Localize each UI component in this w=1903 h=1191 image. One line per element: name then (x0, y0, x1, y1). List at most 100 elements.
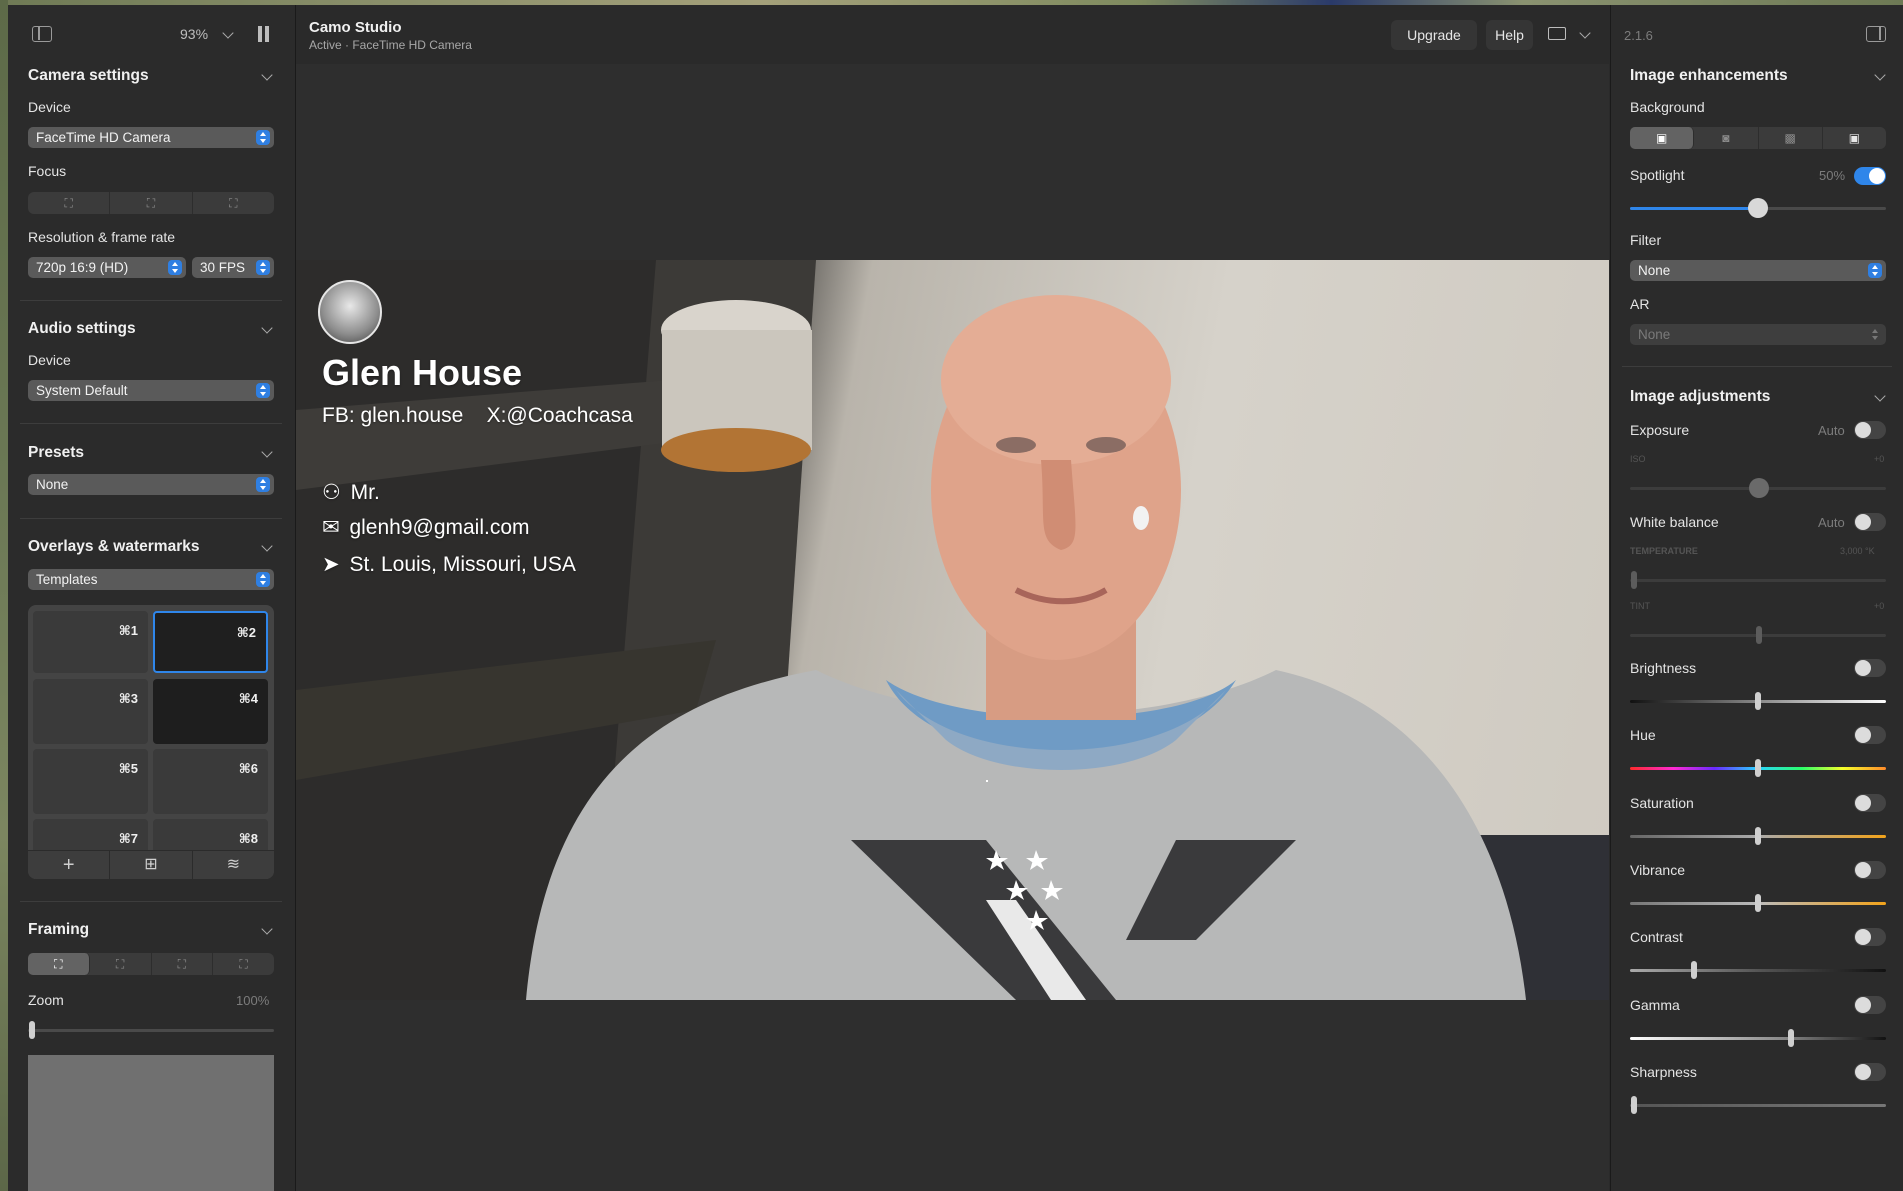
gamma-label: Gamma (1630, 997, 1680, 1013)
desktop-wallpaper-edge (0, 0, 8, 1191)
framing-mode-segmented[interactable]: ⛶ ⛶ ⛶ ⛶ (28, 953, 274, 975)
overlay-templates-grid: ⌘1 ⌘2 ⌘3 ⌘4 ⌘5 ⌘6 ⌘7 ⌘8 + ⊞ ≋ (28, 605, 274, 879)
resolution-select[interactable]: 720p 16:9 (HD) (28, 257, 186, 278)
tint-value: +0 (1874, 601, 1885, 611)
presets-title[interactable]: Presets (28, 444, 84, 462)
background-portrait-icon[interactable]: ▣ (1823, 127, 1886, 149)
framing-title[interactable]: Framing (28, 921, 89, 939)
brightness-slider-knob[interactable] (1755, 692, 1761, 710)
focus-mode-segmented[interactable]: ⛶ ⛶ ⛶ (28, 192, 274, 214)
spotlight-slider-knob[interactable] (1748, 198, 1768, 218)
contrast-slider-knob[interactable] (1691, 961, 1697, 979)
gamma-slider-knob[interactable] (1788, 1029, 1795, 1047)
focus-manual-icon[interactable]: ⛶ (193, 192, 274, 214)
temperature-slider-track[interactable] (1630, 579, 1886, 582)
audio-device-value: System Default (36, 383, 128, 398)
presets-select[interactable]: None (28, 474, 274, 495)
vibrance-label: Vibrance (1630, 862, 1686, 878)
gamma-toggle[interactable] (1854, 996, 1886, 1014)
filter-value: None (1638, 263, 1671, 278)
overlay-tile[interactable]: ⌘5 (33, 749, 148, 814)
overlay-tile[interactable]: ⌘1 (33, 611, 148, 673)
framing-fixed-icon[interactable]: ⛶ (28, 953, 90, 975)
background-none-icon[interactable]: ▣ (1630, 127, 1695, 149)
location-arrow-icon: ➤ (322, 553, 340, 576)
overlay-name: Glen House (322, 352, 523, 393)
overlays-title[interactable]: Overlays & watermarks (28, 538, 199, 556)
saturation-toggle[interactable] (1854, 794, 1886, 812)
layers-icon[interactable]: ≋ (193, 851, 274, 879)
overlay-tile[interactable]: ⌘6 (153, 749, 268, 814)
framing-off-icon[interactable]: ⛶ (213, 953, 274, 975)
exposure-label: Exposure (1630, 422, 1690, 438)
plus-icon[interactable]: + (28, 851, 111, 879)
sharpness-slider-knob[interactable] (1631, 1096, 1637, 1114)
brightness-toggle[interactable] (1854, 659, 1886, 677)
iso-value: +0 (1874, 454, 1885, 464)
focus-auto-icon[interactable]: ⛶ (28, 192, 111, 214)
saturation-slider-knob[interactable] (1755, 827, 1761, 845)
iso-label: ISO (1630, 454, 1646, 464)
background-label: Background (1630, 99, 1705, 115)
background-mode-segmented[interactable]: ▣ ◙ ▩ ▣ (1630, 127, 1886, 149)
white-balance-auto-toggle[interactable] (1854, 513, 1886, 531)
exposure-auto-label: Auto (1818, 423, 1845, 438)
overlay-location: St. Louis, Missouri, USA (349, 553, 576, 576)
sharpness-slider-track[interactable] (1630, 1104, 1886, 1107)
zoom-level-dropdown[interactable]: 93% (180, 26, 234, 42)
background-blur-icon[interactable]: ◙ (1694, 127, 1759, 149)
vibrance-slider-knob[interactable] (1755, 894, 1761, 912)
temperature-label: TEMPERATURE (1630, 546, 1698, 556)
hue-toggle[interactable] (1854, 726, 1886, 744)
iso-slider-knob[interactable] (1749, 478, 1769, 498)
upgrade-button[interactable]: Upgrade (1391, 20, 1477, 50)
version-label: 2.1.6 (1624, 28, 1653, 43)
audio-device-select[interactable]: System Default (28, 380, 274, 401)
spotlight-toggle[interactable] (1854, 167, 1886, 185)
ar-select[interactable]: None (1630, 324, 1886, 345)
brightness-label: Brightness (1630, 660, 1697, 676)
sidebar-toggle-icon[interactable] (32, 26, 52, 42)
overlay-tile[interactable]: ⌘4 (153, 679, 268, 744)
image-enhancements-title[interactable]: Image enhancements (1630, 67, 1788, 85)
section-divider (20, 300, 282, 301)
contrast-toggle[interactable] (1854, 928, 1886, 946)
pause-icon[interactable] (258, 26, 270, 42)
camera-device-select[interactable]: FaceTime HD Camera (28, 127, 274, 148)
vibrance-toggle[interactable] (1854, 861, 1886, 879)
presets-value: None (36, 477, 69, 492)
tint-slider-knob[interactable] (1756, 626, 1762, 644)
zoom-slider-knob[interactable] (29, 1021, 35, 1039)
image-adjustments-title[interactable]: Image adjustments (1630, 388, 1770, 406)
overlays-select[interactable]: Templates (28, 569, 274, 590)
overlay-tile[interactable]: ⌘3 (33, 679, 148, 744)
fps-select[interactable]: 30 FPS (192, 257, 274, 278)
stepper-arrows-icon (256, 383, 270, 398)
camera-settings-title[interactable]: Camera settings (28, 67, 149, 85)
output-display-icon[interactable] (1548, 27, 1566, 40)
contrast-slider-track[interactable] (1630, 969, 1886, 972)
exposure-auto-toggle[interactable] (1854, 421, 1886, 439)
hue-slider-knob[interactable] (1755, 759, 1761, 777)
background-replace-icon[interactable]: ▩ (1759, 127, 1823, 149)
audio-settings-title[interactable]: Audio settings (28, 320, 136, 338)
left-sidebar (8, 5, 296, 1191)
resolution-label: Resolution & frame rate (28, 229, 176, 245)
inspector-toggle-icon[interactable] (1866, 26, 1886, 42)
temperature-slider-knob[interactable] (1631, 571, 1637, 589)
gamma-slider-track[interactable] (1630, 1037, 1886, 1040)
framing-follow-icon[interactable]: ⛶ (152, 953, 214, 975)
person-icon: ⚇ (322, 481, 341, 504)
zoom-slider-track[interactable] (28, 1029, 274, 1032)
stepper-arrows-icon (256, 572, 270, 587)
ar-label: AR (1630, 296, 1650, 312)
framing-center-icon[interactable]: ⛶ (90, 953, 152, 975)
spotlight-value: 50% (1819, 168, 1846, 183)
sharpness-toggle[interactable] (1854, 1063, 1886, 1081)
focus-face-icon[interactable]: ⛶ (110, 192, 193, 214)
filter-select[interactable]: None (1630, 260, 1886, 281)
help-button[interactable]: Help (1486, 20, 1533, 50)
overlay-tile-selected[interactable]: ⌘2 (153, 611, 268, 673)
stepper-arrows-icon (1868, 263, 1882, 278)
grid-icon[interactable]: ⊞ (110, 851, 193, 879)
